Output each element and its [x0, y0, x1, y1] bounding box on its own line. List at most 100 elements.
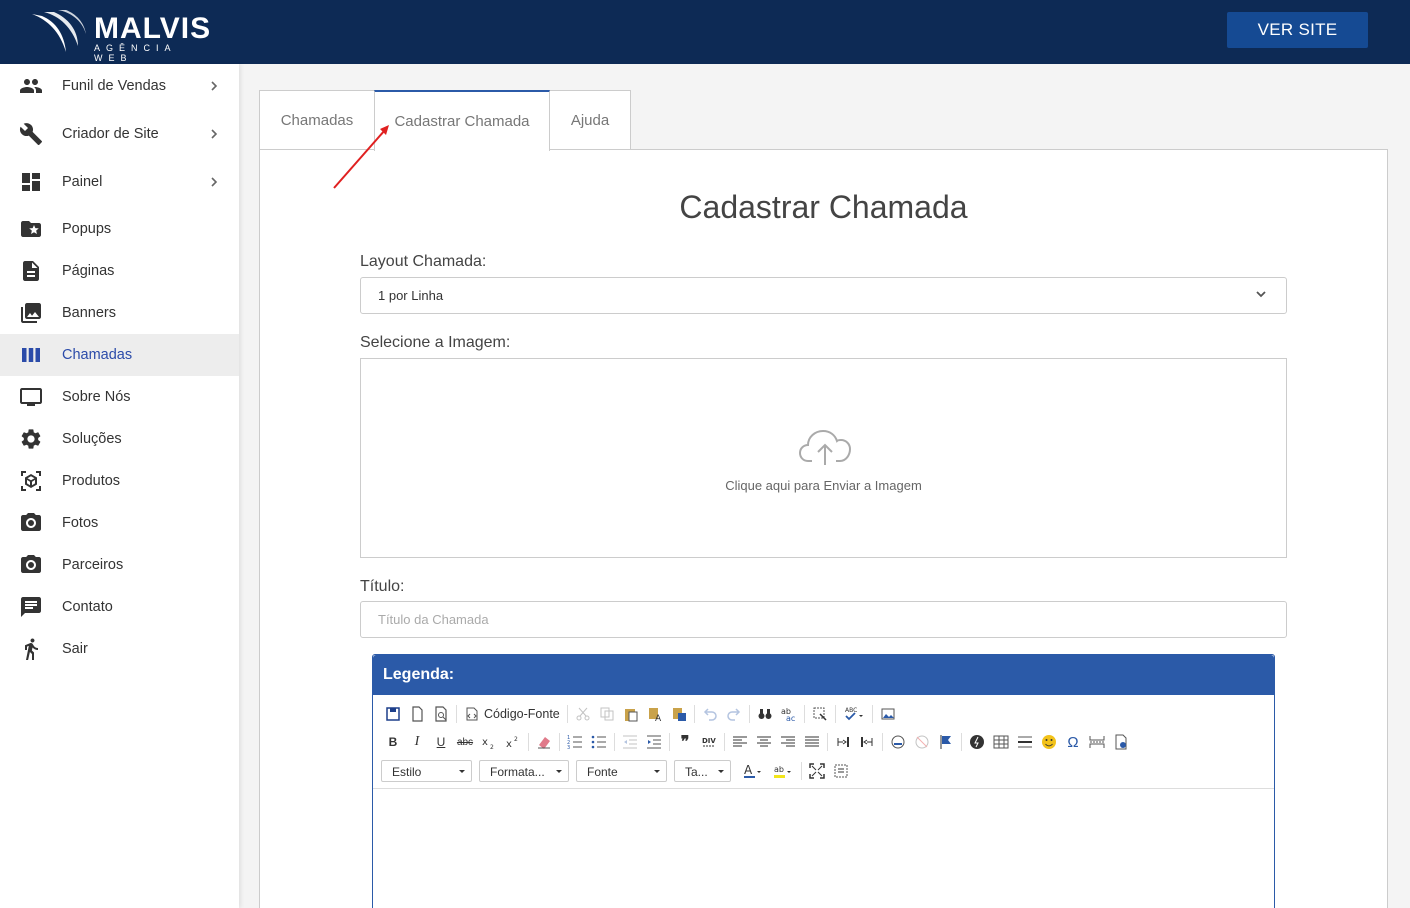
rtl-icon[interactable]: [855, 730, 879, 754]
unlink-icon[interactable]: [910, 730, 934, 754]
replace-icon[interactable]: ab ac: [777, 702, 801, 726]
sidebar-item-sair[interactable]: Sair: [0, 628, 239, 670]
font-size-combo[interactable]: Ta...: [674, 760, 731, 782]
editor-content-area[interactable]: [373, 789, 1274, 908]
sidebar-item-funil-de-vendas[interactable]: Funil de Vendas: [0, 65, 239, 107]
style-combo[interactable]: Estilo: [381, 760, 472, 782]
italic-icon[interactable]: I: [405, 730, 429, 754]
cut-icon[interactable]: [571, 702, 595, 726]
indent-icon[interactable]: [642, 730, 666, 754]
table-icon[interactable]: [989, 730, 1013, 754]
show-blocks-icon[interactable]: [829, 759, 853, 783]
background-color-icon[interactable]: ab: [768, 759, 798, 783]
sidebar-item-label: Chamadas: [62, 347, 133, 363]
toolbar-separator: [724, 733, 725, 751]
paste-icon[interactable]: [619, 702, 643, 726]
sidebar-item-paginas[interactable]: Páginas: [0, 250, 239, 292]
spellcheck-icon[interactable]: ABC: [839, 702, 869, 726]
underline-icon[interactable]: U: [429, 730, 453, 754]
sidebar-item-fotos[interactable]: Fotos: [0, 502, 239, 544]
subscript-icon[interactable]: x2: [477, 730, 501, 754]
toolbar-separator: [834, 705, 836, 723]
superscript-icon[interactable]: x2: [501, 730, 525, 754]
annotation-arrow-icon: [333, 125, 389, 189]
align-right-icon[interactable]: [776, 730, 800, 754]
maximize-icon[interactable]: [805, 759, 829, 783]
remove-format-icon[interactable]: [532, 730, 556, 754]
toolbar-separator: [456, 705, 457, 723]
flash-icon[interactable]: [965, 730, 989, 754]
toolbar-row-3: Estilo Formata... Fonte Ta... A ab: [381, 759, 853, 783]
sidebar-item-label: Produtos: [62, 473, 121, 489]
sidebar-item-label: Banners: [62, 305, 117, 321]
sidebar-item-produtos[interactable]: Produtos: [0, 460, 239, 502]
blockquote-icon[interactable]: ❞: [673, 730, 697, 754]
smiley-icon[interactable]: [1037, 730, 1061, 754]
div-container-icon[interactable]: DIV: [697, 730, 721, 754]
text-color-icon[interactable]: A: [738, 759, 768, 783]
gear-icon: [18, 426, 44, 452]
malvis-logo[interactable]: MALVIS AGÊNCIA WEB: [30, 8, 210, 63]
sidebar-item-parceiros[interactable]: Parceiros: [0, 544, 239, 586]
columns-icon: [18, 342, 44, 368]
undo-icon[interactable]: [698, 702, 722, 726]
align-left-icon[interactable]: [728, 730, 752, 754]
caret-down-icon: [459, 770, 465, 773]
paste-word-icon[interactable]: [667, 702, 691, 726]
align-center-icon[interactable]: [752, 730, 776, 754]
find-icon[interactable]: [753, 702, 777, 726]
camera-icon: [18, 552, 44, 578]
page-break-icon[interactable]: [1085, 730, 1109, 754]
preview-icon[interactable]: [429, 702, 453, 726]
anchor-flag-icon[interactable]: [934, 730, 958, 754]
source-button[interactable]: Código-Fonte: [460, 702, 564, 726]
image-upload-dropzone[interactable]: Clique aqui para Enviar a Imagem: [360, 358, 1287, 558]
image-label: Selecione a Imagem:: [360, 334, 511, 351]
sidebar-item-label: Contato: [62, 599, 113, 615]
format-combo[interactable]: Formata...: [479, 760, 569, 782]
svg-text:x: x: [506, 739, 512, 750]
sidebar-item-label: Funil de Vendas: [62, 78, 166, 94]
svg-text:ab: ab: [774, 765, 784, 774]
titulo-label: Título:: [360, 578, 405, 595]
bulleted-list-icon[interactable]: [587, 730, 611, 754]
align-justify-icon[interactable]: [800, 730, 824, 754]
tab-ajuda[interactable]: Ajuda: [549, 90, 631, 150]
new-page-icon[interactable]: [405, 702, 429, 726]
chevron-right-icon: [207, 175, 221, 189]
image-icon[interactable]: [876, 702, 900, 726]
toolbar-separator: [528, 733, 529, 751]
toolbar-separator: [566, 705, 568, 723]
font-combo[interactable]: Fonte: [576, 760, 667, 782]
special-char-icon[interactable]: Ω: [1061, 730, 1085, 754]
ver-site-button[interactable]: VER SITE: [1227, 12, 1368, 48]
sidebar-item-contato[interactable]: Contato: [0, 586, 239, 628]
strikethrough-icon[interactable]: abc: [453, 730, 477, 754]
sidebar-item-solucoes[interactable]: Soluções: [0, 418, 239, 460]
ltr-icon[interactable]: [831, 730, 855, 754]
font-combo-label: Fonte: [587, 765, 618, 779]
titulo-input[interactable]: [360, 601, 1287, 638]
svg-text:A: A: [744, 763, 753, 777]
save-icon[interactable]: [381, 702, 405, 726]
outdent-icon[interactable]: [618, 730, 642, 754]
select-all-icon[interactable]: [808, 702, 832, 726]
iframe-icon[interactable]: [1109, 730, 1133, 754]
numbered-list-icon[interactable]: 123: [563, 730, 587, 754]
svg-text:2: 2: [490, 744, 494, 750]
link-icon[interactable]: [886, 730, 910, 754]
tab-cadastrar-chamada[interactable]: Cadastrar Chamada: [374, 90, 550, 151]
layout-select[interactable]: 1 por Linha: [360, 277, 1287, 314]
copy-icon[interactable]: [595, 702, 619, 726]
bold-icon[interactable]: B: [381, 730, 405, 754]
sidebar-item-criador-de-site[interactable]: Criador de Site: [0, 113, 239, 155]
sidebar-item-sobre-nos[interactable]: Sobre Nós: [0, 376, 239, 418]
paste-text-icon[interactable]: A: [643, 702, 667, 726]
sidebar-item-label: Painel: [62, 174, 103, 190]
horizontal-rule-icon[interactable]: [1013, 730, 1037, 754]
sidebar-item-chamadas[interactable]: Chamadas: [0, 334, 239, 376]
sidebar-item-banners[interactable]: Banners: [0, 292, 239, 334]
toolbar-separator: [882, 733, 883, 751]
redo-icon[interactable]: [722, 702, 746, 726]
caret-down-icon: [556, 770, 562, 773]
